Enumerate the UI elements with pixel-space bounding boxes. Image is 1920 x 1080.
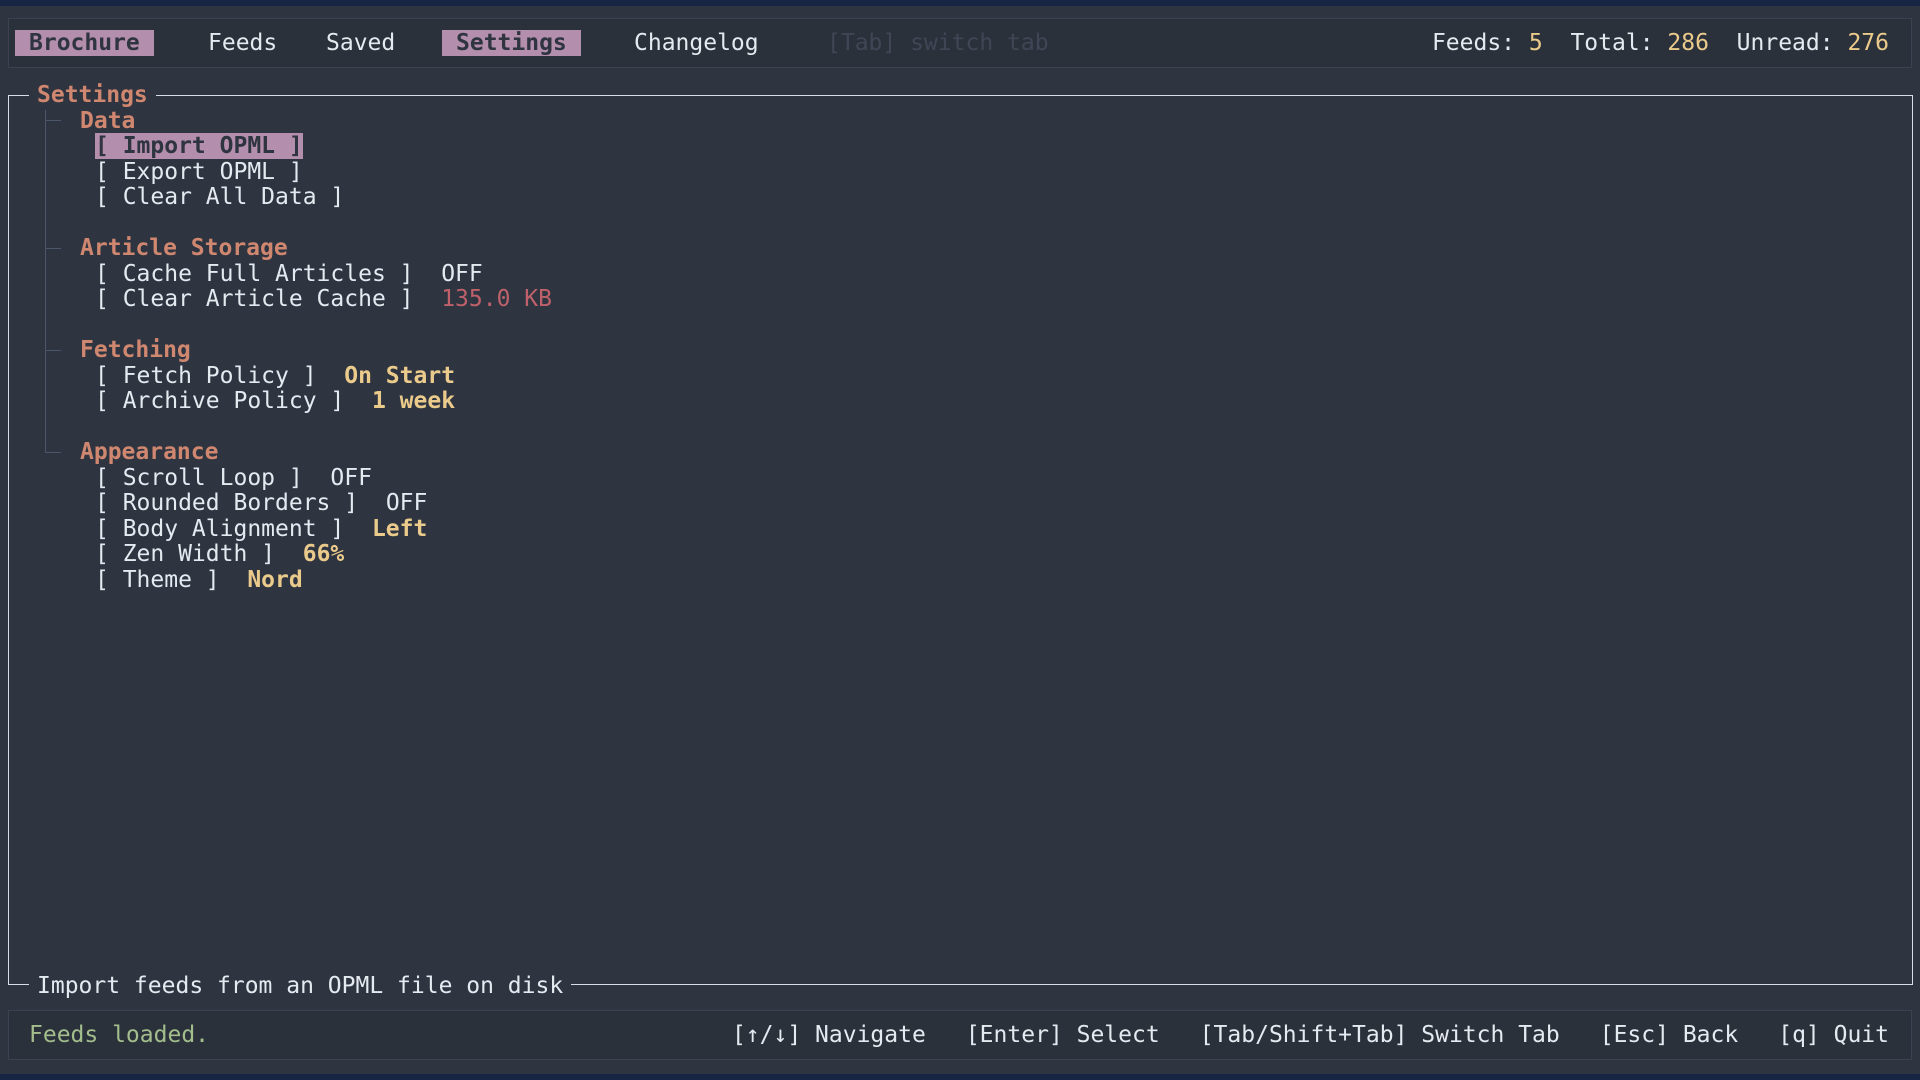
- rounded-borders-value: OFF: [385, 490, 428, 516]
- setting-theme[interactable]: [ Theme ] Nord: [95, 567, 303, 593]
- setting-body-alignment[interactable]: [ Body Alignment ] Left: [95, 516, 427, 542]
- tab-saved[interactable]: Saved: [312, 30, 409, 56]
- feed-stats: Feeds: 5 Total: 286 Unread: 276: [1432, 30, 1889, 56]
- scroll-loop-button[interactable]: [ Scroll Loop ]: [95, 465, 303, 491]
- keybinding-hints: [↑/↓] Navigate [Enter] Select [Tab/Shift+T…: [692, 1022, 1889, 1048]
- clear-all-data-button[interactable]: [ Clear All Data ]: [95, 184, 344, 210]
- fetch-policy-button[interactable]: [ Fetch Policy ]: [95, 363, 317, 389]
- clear-article-cache-button[interactable]: [ Clear Article Cache ]: [95, 286, 414, 312]
- hint-switch-tab: [Tab/Shift+Tab] Switch Tab: [1199, 1022, 1560, 1048]
- feeds-count: 5: [1528, 30, 1543, 56]
- setting-scroll-loop[interactable]: [ Scroll Loop ] OFF: [95, 465, 372, 491]
- tree-branch: [45, 120, 61, 121]
- zen-width-value: 66%: [302, 541, 345, 567]
- scroll-loop-value: OFF: [330, 465, 372, 491]
- tab-brochure[interactable]: Brochure: [15, 30, 154, 56]
- theme-value: Nord: [247, 567, 303, 593]
- section-appearance-title: Appearance: [80, 439, 219, 465]
- setting-description: Import feeds from an OPML file on disk: [29, 973, 572, 999]
- article-cache-size: 135.0 KB: [441, 286, 552, 312]
- unread-count-label: Unread:: [1736, 30, 1834, 56]
- tree-branch: [45, 248, 61, 249]
- rounded-borders-button[interactable]: [ Rounded Borders ]: [95, 490, 358, 516]
- tree-branch: [45, 350, 61, 351]
- setting-clear-article-cache[interactable]: [ Clear Article Cache ] 135.0 KB: [95, 286, 552, 312]
- status-bar: Feeds loaded. [↑/↓] Navigate [Enter] Sele…: [8, 1010, 1912, 1060]
- export-opml-button[interactable]: [ Export OPML ]: [95, 159, 303, 185]
- hint-select: [Enter] Select: [965, 1022, 1160, 1048]
- hint-back: [Esc] Back: [1599, 1022, 1739, 1048]
- cache-full-articles-value: OFF: [441, 261, 483, 287]
- hint-quit: [q] Quit: [1778, 1022, 1889, 1048]
- setting-import-opml[interactable]: [ Import OPML ]: [95, 133, 303, 159]
- tree-branch: [45, 452, 61, 453]
- hint-navigate: [↑/↓] Navigate: [731, 1022, 926, 1048]
- unread-count: 276: [1847, 30, 1889, 56]
- tab-hint: [Tab] switch tab: [827, 30, 1049, 56]
- bottom-edge: [0, 1074, 1920, 1080]
- cache-full-articles-button[interactable]: [ Cache Full Articles ]: [95, 261, 414, 287]
- fetch-policy-value: On Start: [344, 363, 456, 389]
- top-edge: [0, 0, 1920, 6]
- tab-feeds[interactable]: Feeds: [194, 30, 291, 56]
- body-alignment-value: Left: [371, 516, 428, 542]
- setting-fetch-policy[interactable]: [ Fetch Policy ] On Start: [95, 363, 455, 389]
- status-message: Feeds loaded.: [29, 1022, 210, 1048]
- setting-archive-policy[interactable]: [ Archive Policy ] 1 week: [95, 388, 455, 414]
- total-count-label: Total:: [1570, 30, 1654, 56]
- setting-cache-full-articles[interactable]: [ Cache Full Articles ] OFF: [95, 261, 483, 287]
- archive-policy-value: 1 week: [371, 388, 456, 414]
- zen-width-button[interactable]: [ Zen Width ]: [95, 541, 275, 567]
- import-opml-button[interactable]: [ Import OPML ]: [95, 133, 303, 159]
- archive-policy-button[interactable]: [ Archive Policy ]: [95, 388, 344, 414]
- panel-title: Settings: [29, 82, 156, 108]
- total-count: 286: [1667, 30, 1709, 56]
- feeds-count-label: Feeds:: [1431, 30, 1516, 56]
- tab-changelog[interactable]: Changelog: [620, 30, 773, 56]
- tab-settings[interactable]: Settings: [442, 30, 581, 56]
- settings-panel: Settings Data [ Import OPML ] [ Export O…: [8, 82, 1913, 999]
- body-alignment-button[interactable]: [ Body Alignment ]: [95, 516, 344, 542]
- section-data-title: Data: [80, 108, 136, 134]
- setting-export-opml[interactable]: [ Export OPML ]: [95, 159, 303, 185]
- setting-zen-width[interactable]: [ Zen Width ] 66%: [95, 541, 344, 567]
- theme-button[interactable]: [ Theme ]: [95, 567, 220, 593]
- tab-bar: Brochure Feeds Saved Settings Changelog …: [8, 18, 1912, 68]
- section-fetching-title: Fetching: [80, 337, 191, 363]
- tree-connector: [45, 110, 46, 452]
- setting-rounded-borders[interactable]: [ Rounded Borders ] OFF: [95, 490, 427, 516]
- section-storage-title: Article Storage: [80, 235, 288, 261]
- setting-clear-all-data[interactable]: [ Clear All Data ]: [95, 184, 344, 210]
